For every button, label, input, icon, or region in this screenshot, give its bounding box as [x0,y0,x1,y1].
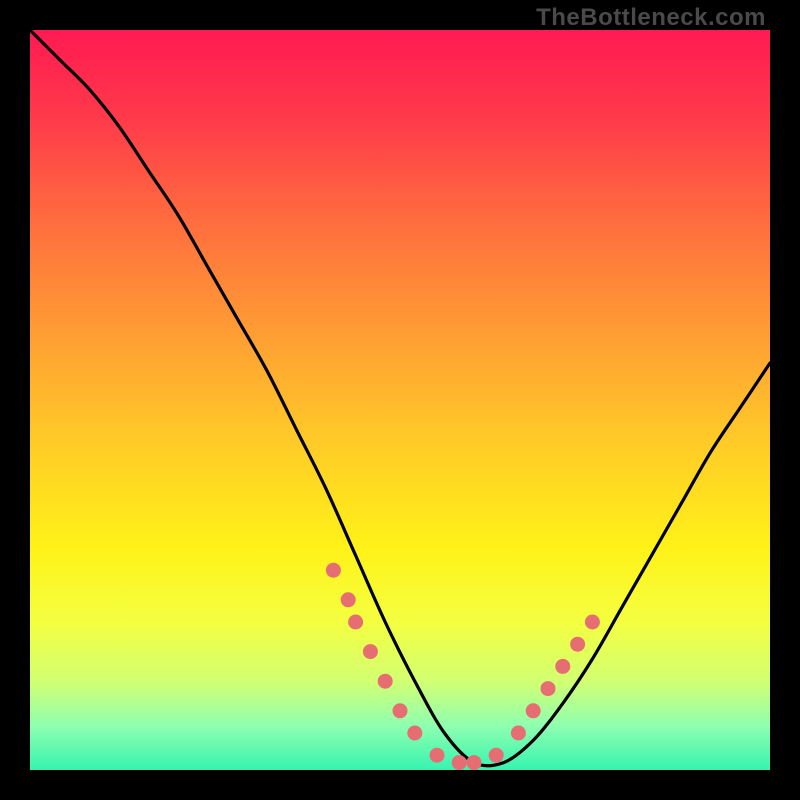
highlight-dot [489,748,504,763]
highlight-dot [393,703,408,718]
highlight-dot [341,592,356,607]
highlight-dot [555,659,570,674]
highlight-dot [452,755,467,770]
highlight-dot [407,726,422,741]
highlight-dot [326,563,341,578]
watermark-text: TheBottleneck.com [536,4,766,32]
highlight-dots [326,563,600,770]
highlight-dot [585,615,600,630]
bottleneck-curve [30,30,770,766]
highlight-dot [430,748,445,763]
highlight-dot [348,615,363,630]
highlight-dot [526,703,541,718]
highlight-dot [541,681,556,696]
chart-frame: TheBottleneck.com [0,0,800,800]
highlight-dot [467,755,482,770]
highlight-dot [363,644,378,659]
curve-layer [30,30,770,770]
highlight-dot [511,726,526,741]
highlight-dot [378,674,393,689]
highlight-dot [570,637,585,652]
plot-area [30,30,770,770]
